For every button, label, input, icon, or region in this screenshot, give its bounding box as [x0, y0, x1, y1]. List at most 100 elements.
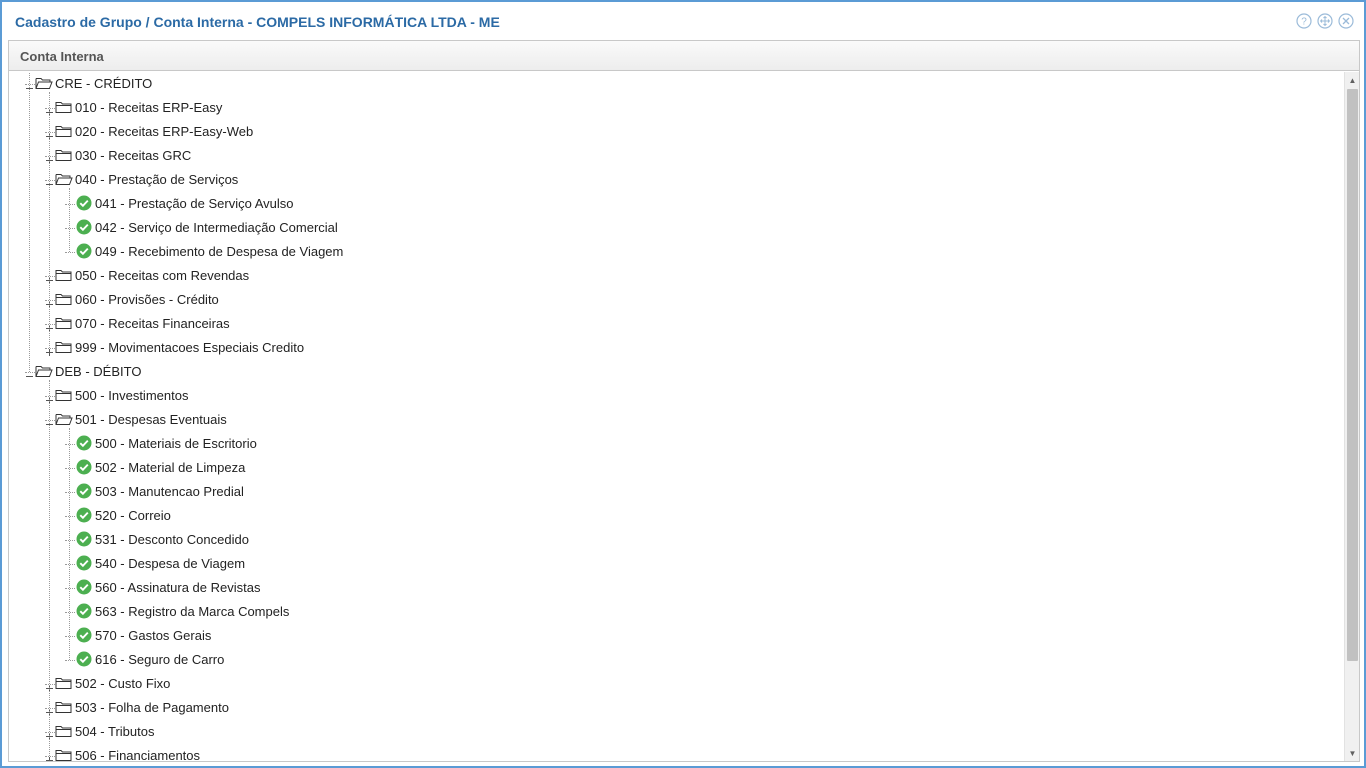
tree-item-label: 500 - Materiais de Escritorio: [95, 436, 257, 451]
tree-guide-line: [49, 92, 50, 348]
tree-item-label: 503 - Folha de Pagamento: [75, 700, 229, 715]
tree-item-label: 500 - Investimentos: [75, 388, 189, 403]
tree-item-label: 050 - Receitas com Revendas: [75, 268, 250, 283]
tree-guide-line: [65, 564, 75, 565]
check-circle-icon: [76, 483, 94, 499]
tree-leaf-item[interactable]: 503 - Manutencao Predial: [9, 480, 1329, 504]
tree-item-label: 540 - Despesa de Viagem: [95, 556, 246, 571]
help-icon[interactable]: ?: [1296, 13, 1312, 29]
tree-guide-line: [65, 612, 75, 613]
tree-folder-item[interactable]: 050 - Receitas com Revendas: [9, 264, 1329, 288]
folder-icon: [55, 723, 73, 739]
folder-open-icon: [55, 411, 73, 427]
tree-guide-line: [65, 540, 75, 541]
tree-leaf-item[interactable]: 531 - Desconto Concedido: [9, 528, 1329, 552]
window-controls: ?: [1296, 13, 1354, 29]
tree-guide-line: [65, 444, 75, 445]
tree-guide-line: [69, 188, 70, 252]
tree-folder-item[interactable]: DEB - DÉBITO: [9, 360, 1329, 384]
tree-item-label: 563 - Registro da Marca Compels: [95, 604, 290, 619]
tree-guide-line: [65, 204, 75, 205]
folder-icon: [55, 291, 73, 307]
folder-icon: [55, 747, 73, 761]
tree-item-label: 502 - Custo Fixo: [75, 676, 171, 691]
tree-item-label: 049 - Recebimento de Despesa de Viagem: [95, 244, 344, 259]
tree-leaf-item[interactable]: 500 - Materiais de Escritorio: [9, 432, 1329, 456]
tree-leaf-item[interactable]: 560 - Assinatura de Revistas: [9, 576, 1329, 600]
folder-icon: [55, 675, 73, 691]
tree-folder-item[interactable]: 010 - Receitas ERP-Easy: [9, 96, 1329, 120]
tree-guide-line: [65, 636, 75, 637]
tree-leaf-item[interactable]: 049 - Recebimento de Despesa de Viagem: [9, 240, 1329, 264]
check-circle-icon: [76, 459, 94, 475]
panel-header: Conta Interna: [9, 41, 1359, 71]
tree-leaf-item[interactable]: 616 - Seguro de Carro: [9, 648, 1329, 672]
tree-leaf-item[interactable]: 563 - Registro da Marca Compels: [9, 600, 1329, 624]
dialog-window: Cadastro de Grupo / Conta Interna - COMP…: [0, 0, 1366, 768]
scroll-up-arrow-icon[interactable]: ▲: [1345, 72, 1360, 88]
tree-item-label: 531 - Desconto Concedido: [95, 532, 249, 547]
tree-guide-line: [69, 428, 70, 660]
tree-item-label: 040 - Prestação de Serviços: [75, 172, 239, 187]
scroll-down-arrow-icon[interactable]: ▼: [1345, 745, 1360, 761]
tree-guide-line: [65, 588, 75, 589]
account-tree: CRE - CRÉDITO 010 - Receitas ERP-Easy 020 …: [9, 72, 1344, 761]
tree-guide-line: [65, 492, 75, 493]
tree-item-label: 041 - Prestação de Serviço Avulso: [95, 196, 294, 211]
tree-leaf-item[interactable]: 502 - Material de Limpeza: [9, 456, 1329, 480]
tree-item-label: 560 - Assinatura de Revistas: [95, 580, 261, 595]
tree-folder-item[interactable]: 504 - Tributos: [9, 720, 1329, 744]
title-bar: Cadastro de Grupo / Conta Interna - COMP…: [2, 2, 1364, 40]
tree-item-label: 503 - Manutencao Predial: [95, 484, 244, 499]
check-circle-icon: [76, 243, 94, 259]
tree-folder-item[interactable]: 070 - Receitas Financeiras: [9, 312, 1329, 336]
folder-open-icon: [35, 363, 53, 379]
check-circle-icon: [76, 531, 94, 547]
tree-folder-item[interactable]: 500 - Investimentos: [9, 384, 1329, 408]
tree-leaf-item[interactable]: 041 - Prestação de Serviço Avulso: [9, 192, 1329, 216]
tree-item-label: 520 - Correio: [95, 508, 171, 523]
check-circle-icon: [76, 219, 94, 235]
check-circle-icon: [76, 507, 94, 523]
tree-leaf-item[interactable]: 570 - Gastos Gerais: [9, 624, 1329, 648]
tree-guide-line: [65, 660, 75, 661]
tree-item-label: 506 - Financiamentos: [75, 748, 201, 761]
maximize-icon[interactable]: [1317, 13, 1333, 29]
tree-folder-item[interactable]: 506 - Financiamentos: [9, 744, 1329, 761]
tree-folder-item[interactable]: 501 - Despesas Eventuais: [9, 408, 1329, 432]
check-circle-icon: [76, 195, 94, 211]
check-circle-icon: [76, 603, 94, 619]
tree-item-label: 070 - Receitas Financeiras: [75, 316, 230, 331]
tree-folder-item[interactable]: 020 - Receitas ERP-Easy-Web: [9, 120, 1329, 144]
vertical-scrollbar[interactable]: ▲ ▼: [1344, 72, 1359, 761]
tree-item-label: CRE - CRÉDITO: [55, 76, 153, 91]
tree-item-label: 999 - Movimentacoes Especiais Credito: [75, 340, 305, 355]
check-circle-icon: [76, 579, 94, 595]
folder-icon: [55, 387, 73, 403]
tree-folder-item[interactable]: 999 - Movimentacoes Especiais Credito: [9, 336, 1329, 360]
folder-open-icon: [55, 171, 73, 187]
tree-item-label: 616 - Seguro de Carro: [95, 652, 225, 667]
tree-leaf-item[interactable]: 042 - Serviço de Intermediação Comercial: [9, 216, 1329, 240]
check-circle-icon: [76, 435, 94, 451]
tree-folder-item[interactable]: 040 - Prestação de Serviços: [9, 168, 1329, 192]
tree-folder-item[interactable]: CRE - CRÉDITO: [9, 72, 1329, 96]
folder-icon: [55, 123, 73, 139]
folder-icon: [55, 267, 73, 283]
tree-item-label: 010 - Receitas ERP-Easy: [75, 100, 223, 115]
tree-guide-line: [29, 72, 30, 372]
scrollbar-thumb[interactable]: [1347, 89, 1358, 661]
tree-folder-item[interactable]: 502 - Custo Fixo: [9, 672, 1329, 696]
tree-folder-item[interactable]: 030 - Receitas GRC: [9, 144, 1329, 168]
tree-folder-item[interactable]: 503 - Folha de Pagamento: [9, 696, 1329, 720]
tree-item-label: DEB - DÉBITO: [55, 364, 142, 379]
tree-item-label: 030 - Receitas GRC: [75, 148, 192, 163]
tree-guide-line: [65, 468, 75, 469]
folder-icon: [55, 147, 73, 163]
window-title: Cadastro de Grupo / Conta Interna - COMP…: [15, 14, 500, 30]
close-icon[interactable]: [1338, 13, 1354, 29]
conta-interna-panel: Conta Interna CRE - CRÉDITO 010 - Receita…: [8, 40, 1360, 762]
tree-folder-item[interactable]: 060 - Provisões - Crédito: [9, 288, 1329, 312]
tree-leaf-item[interactable]: 520 - Correio: [9, 504, 1329, 528]
tree-leaf-item[interactable]: 540 - Despesa de Viagem: [9, 552, 1329, 576]
